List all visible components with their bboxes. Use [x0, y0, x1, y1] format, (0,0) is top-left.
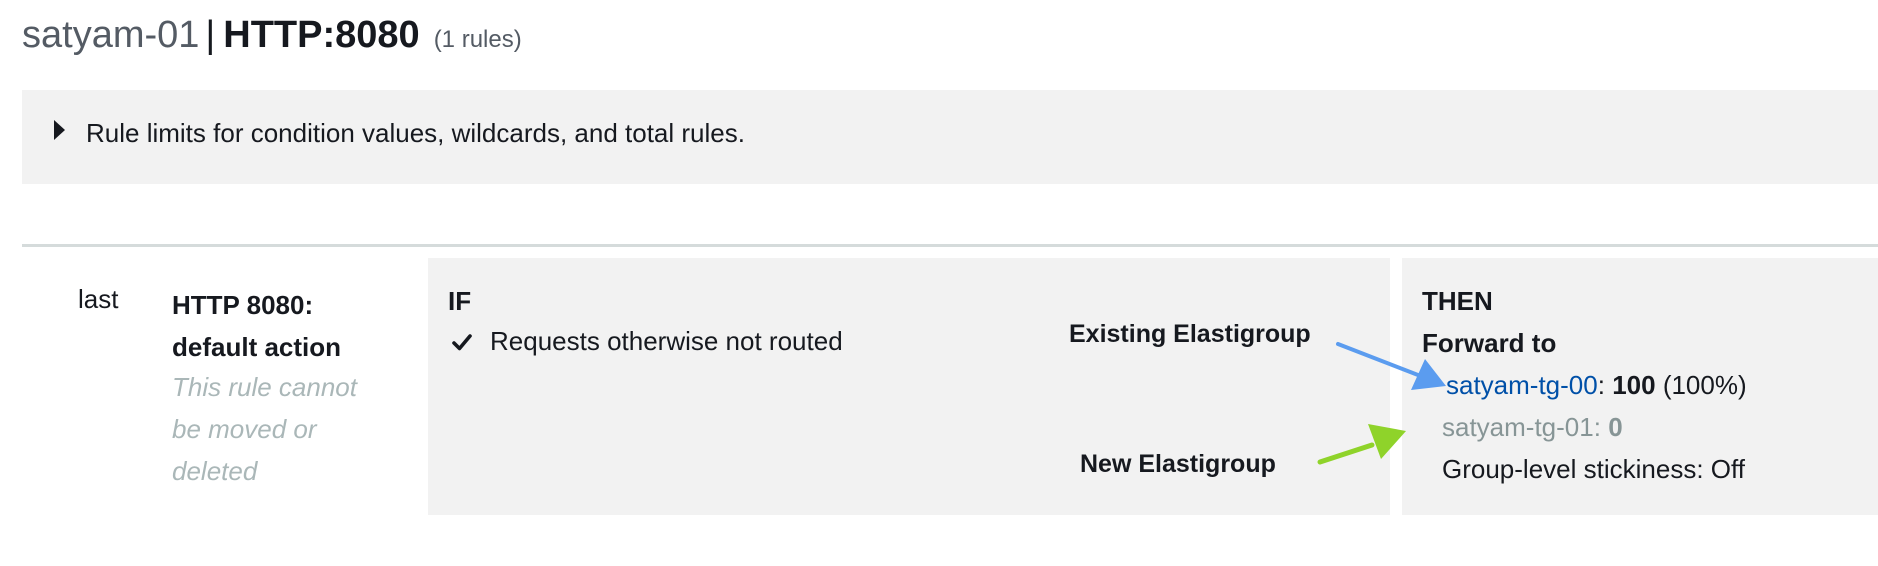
arrow-existing-icon [1336, 342, 1446, 390]
arrow-new-icon [1317, 424, 1406, 465]
annotation-arrows [1317, 342, 1446, 465]
